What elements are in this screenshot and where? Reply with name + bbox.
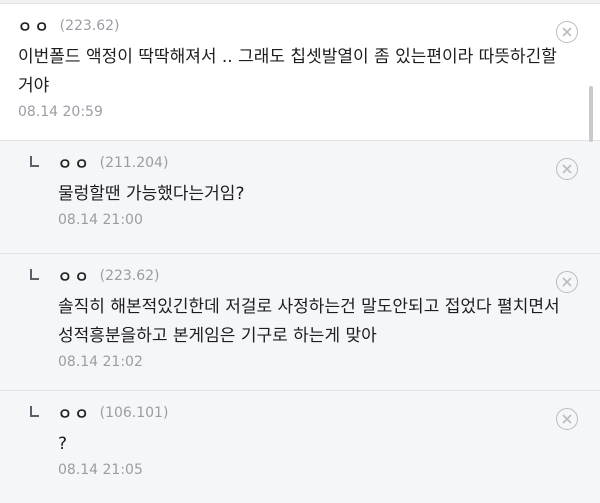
comment-nickname[interactable]: ㅇㅇ xyxy=(58,266,92,287)
comment-nickname[interactable]: ㅇㅇ xyxy=(18,16,52,37)
reply-item: ㅇㅇ (211.204) 물렁할땐 가능했다는거임? 08.14 21:00 xyxy=(0,141,600,254)
reply-item: ㅇㅇ (106.101) ? 08.14 21:05 xyxy=(0,391,600,503)
delete-comment-button[interactable] xyxy=(556,408,578,430)
comment-date: 08.14 21:00 xyxy=(58,212,143,228)
comment-text: 물렁할땐 가능했다는거임? xyxy=(58,184,245,204)
comment-meta: ㅇㅇ (211.204) xyxy=(58,152,560,174)
comment-nickname[interactable]: ㅇㅇ xyxy=(58,403,92,424)
delete-comment-button[interactable] xyxy=(556,21,578,43)
comment-date: 08.14 21:05 xyxy=(58,462,143,478)
comment-item: ㅇㅇ (223.62) 이번폴드 액정이 딱딱해져서 .. 그래도 칩셋발열이 … xyxy=(0,4,600,141)
comment-meta: ㅇㅇ (106.101) xyxy=(58,402,560,424)
close-icon xyxy=(562,277,572,287)
scrollbar-thumb[interactable] xyxy=(589,86,593,142)
comment-meta: ㅇㅇ (223.62) xyxy=(18,15,560,37)
comment-date: 08.14 20:59 xyxy=(18,104,103,120)
reply-arrow-icon xyxy=(30,269,39,280)
close-icon xyxy=(562,164,572,174)
reply-item: ㅇㅇ (223.62) 솔직히 해본적있긴한데 저걸로 사정하는건 말도안되고 … xyxy=(0,254,600,391)
comment-ip: (223.62) xyxy=(99,268,160,284)
comment-ip: (223.62) xyxy=(59,18,120,34)
comment-ip: (211.204) xyxy=(99,155,169,171)
delete-comment-button[interactable] xyxy=(556,158,578,180)
close-icon xyxy=(562,27,572,37)
comment-text: 솔직히 해본적있긴한데 저걸로 사정하는건 말도안되고 접었다 펼치면서 성적흥… xyxy=(58,297,560,346)
comment-nickname[interactable]: ㅇㅇ xyxy=(58,153,92,174)
reply-arrow-icon xyxy=(30,406,39,417)
comment-date: 08.14 21:02 xyxy=(58,354,143,370)
comment-text: 이번폴드 액정이 딱딱해져서 .. 그래도 칩셋발열이 좀 있는편이라 따뜻하긴… xyxy=(18,47,557,96)
reply-arrow-icon xyxy=(30,156,39,167)
delete-comment-button[interactable] xyxy=(556,271,578,293)
comment-meta: ㅇㅇ (223.62) xyxy=(58,265,560,287)
comment-text: ? xyxy=(58,434,68,454)
close-icon xyxy=(562,414,572,424)
comment-ip: (106.101) xyxy=(99,405,169,421)
